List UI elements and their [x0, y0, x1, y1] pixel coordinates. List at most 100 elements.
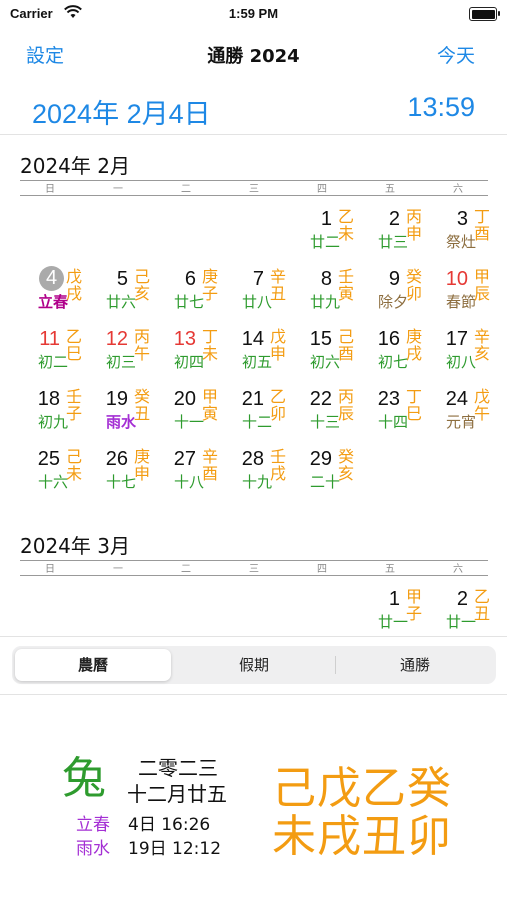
view-segmented-control[interactable]: 農曆 假期 通勝: [12, 646, 496, 684]
zodiac-animal: 兔: [62, 753, 106, 804]
lunar-year: 二零二三: [138, 756, 218, 780]
lunar-date: 除夕: [377, 293, 408, 311]
lunar-date: 初七: [377, 353, 408, 371]
day-cell[interactable]: 20 甲寅 十一: [156, 386, 224, 442]
day-number: 21: [241, 388, 264, 410]
segment-divider: [335, 656, 336, 674]
day-number: 1: [320, 208, 332, 230]
day-cell[interactable]: 7 辛丑 廿八: [224, 266, 292, 322]
lunar-date: 廿八: [241, 293, 272, 311]
day-cell[interactable]: 5 己亥 廿六: [88, 266, 156, 322]
day-number: 11: [39, 328, 60, 350]
solar-term-2: 雨水: [76, 839, 110, 859]
weekday-label: 六: [453, 564, 463, 575]
ganzhi-label: 壬寅: [338, 267, 355, 303]
day-cell[interactable]: 2 乙丑 廿一: [428, 586, 496, 642]
ganzhi-label: 癸亥: [338, 447, 355, 483]
day-cell[interactable]: 3 丁酉 祭灶: [428, 206, 496, 262]
day-cell[interactable]: 16 庚戌 初七: [360, 326, 428, 382]
ganzhi-label: 丙申: [406, 207, 423, 243]
day-cell[interactable]: 23 丁巳 十四: [360, 386, 428, 442]
day-cell[interactable]: 8 壬寅 廿九: [292, 266, 360, 322]
ganzhi-label: 癸丑: [134, 387, 151, 423]
day-cell[interactable]: 9 癸卯 除夕: [360, 266, 428, 322]
day-number: 8: [320, 268, 332, 290]
ganzhi-label: 庚子: [202, 267, 219, 303]
ganzhi-label: 乙未: [338, 207, 355, 243]
day-cell[interactable]: 2 丙申 廿三: [360, 206, 428, 262]
weekday-label: 四: [317, 564, 327, 575]
ganzhi-label: 乙卯: [270, 387, 287, 423]
day-number: 18: [37, 388, 60, 410]
solar-term-1: 立春: [76, 815, 110, 835]
day-cell[interactable]: 1 乙未 廿二: [292, 206, 360, 262]
lunar-date: 初五: [241, 353, 272, 371]
segment-lunar[interactable]: 農曆: [15, 649, 171, 681]
day-cell[interactable]: 17 辛亥 初八: [428, 326, 496, 382]
lunar-date: 初四: [173, 353, 204, 371]
today-indicator: 4: [39, 266, 64, 291]
weekday-label: 日: [45, 184, 55, 195]
day-cell[interactable]: 18 壬子 初九: [20, 386, 88, 442]
ganzhi-label: 丁未: [202, 327, 219, 363]
battery-icon: [469, 7, 500, 21]
day-number: 7: [252, 268, 264, 290]
lunar-date: 十三: [309, 413, 340, 431]
weekday-label: 五: [385, 564, 395, 575]
ganzhi-label: 乙巳: [66, 327, 83, 363]
weekday-label: 二: [181, 184, 191, 195]
day-cell[interactable]: 24 戊午 元宵: [428, 386, 496, 442]
day-cell[interactable]: 28 壬戌 十九: [224, 446, 292, 502]
day-cell[interactable]: 26 庚申 十七: [88, 446, 156, 502]
weekday-header: 日一二三四五六: [20, 180, 488, 196]
day-number: 9: [388, 268, 400, 290]
lunar-date: 十四: [377, 413, 408, 431]
ganzhi-label: 己未: [66, 447, 83, 483]
day-number: 16: [377, 328, 400, 350]
ganzhi-label: 甲寅: [202, 387, 219, 423]
ganzhi-label: 辛丑: [270, 267, 287, 303]
weekday-label: 五: [385, 184, 395, 195]
ganzhi-label: 己酉: [338, 327, 355, 363]
navigation-bar: 設定 通勝 2024 今天: [0, 30, 507, 76]
day-number: 4: [39, 266, 64, 291]
status-bar: Carrier 1:59 PM: [0, 0, 507, 30]
lunar-month-day: 十二月廿五: [127, 782, 227, 806]
day-number: 23: [377, 388, 400, 410]
day-cell[interactable]: 13 丁未 初四: [156, 326, 224, 382]
day-cell[interactable]: 25 己未 十六: [20, 446, 88, 502]
day-cell[interactable]: 11 乙巳 初二: [20, 326, 88, 382]
day-cell[interactable]: 4 戊戌 立春: [20, 266, 88, 322]
weekday-label: 六: [453, 184, 463, 195]
lunar-date: 十二: [241, 413, 272, 431]
lunar-date: 廿六: [105, 293, 136, 311]
day-cell[interactable]: 15 己酉 初六: [292, 326, 360, 382]
day-number: 29: [309, 448, 332, 470]
ganzhi-label: 丙午: [134, 327, 151, 363]
today-button[interactable]: 今天: [437, 41, 475, 68]
day-cell[interactable]: 19 癸丑 雨水: [88, 386, 156, 442]
day-cell[interactable]: 29 癸亥 二十: [292, 446, 360, 502]
day-cell[interactable]: 6 庚子 廿七: [156, 266, 224, 322]
lunar-date: 十七: [105, 473, 136, 491]
day-cell[interactable]: 22 丙辰 十三: [292, 386, 360, 442]
lunar-date: 十九: [241, 473, 272, 491]
ganzhi-label: 甲子: [406, 587, 423, 623]
day-cell[interactable]: 21 乙卯 十二: [224, 386, 292, 442]
day-number: 15: [309, 328, 332, 350]
day-cell[interactable]: 14 戊申 初五: [224, 326, 292, 382]
segment-holidays[interactable]: 假期: [176, 649, 332, 681]
ganzhi-label: 戊申: [270, 327, 287, 363]
day-cell[interactable]: 1 甲子 廿一: [360, 586, 428, 642]
current-time: 13:59: [407, 92, 475, 122]
day-cell[interactable]: 27 辛酉 十八: [156, 446, 224, 502]
ganzhi-label: 己亥: [134, 267, 151, 303]
day-cell[interactable]: 10 甲辰 春節: [428, 266, 496, 322]
day-number: 2: [388, 208, 400, 230]
divider: [0, 636, 507, 637]
segment-almanac[interactable]: 通勝: [337, 649, 493, 681]
ganzhi-label: 甲辰: [474, 267, 491, 303]
lunar-date: 廿二: [309, 233, 340, 251]
day-cell[interactable]: 12 丙午 初三: [88, 326, 156, 382]
date-header: 2024年 2月4日 13:59: [0, 90, 507, 134]
